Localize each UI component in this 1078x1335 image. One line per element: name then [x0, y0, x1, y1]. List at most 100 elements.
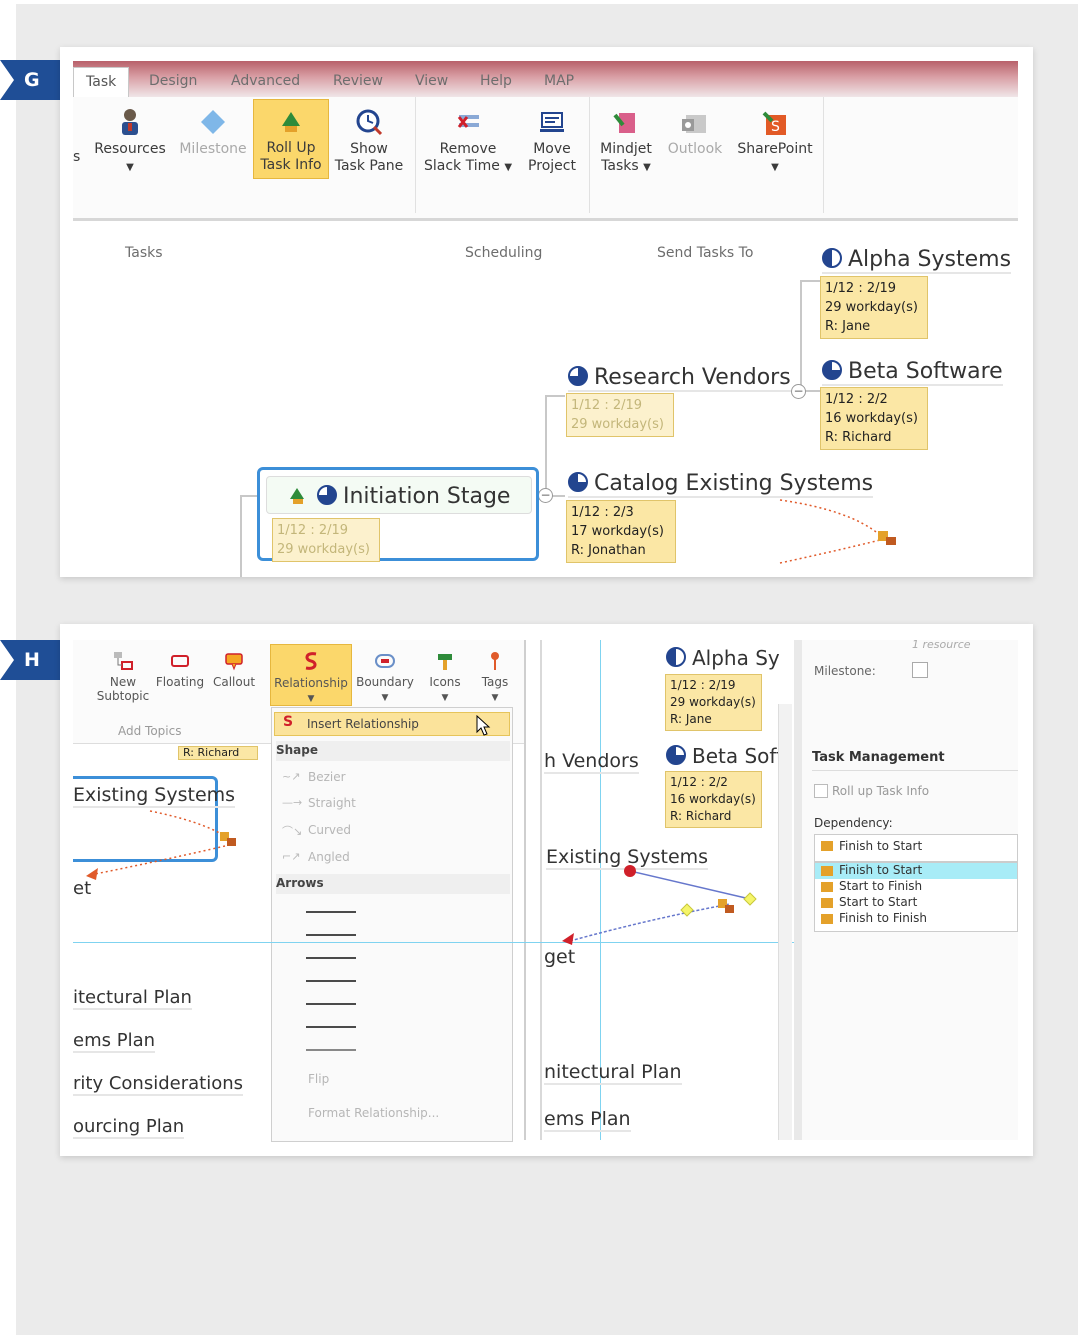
ribbon-separator	[589, 97, 590, 213]
topic-fragment-et[interactable]: et	[73, 878, 91, 899]
arrow-style-dots[interactable]	[306, 1026, 356, 1028]
shape-curved[interactable]: Curved	[308, 823, 351, 837]
mindjet-tasks-button[interactable]: Mindjet Tasks ▼	[595, 107, 657, 176]
move-project-button[interactable]: Move Project	[521, 107, 583, 175]
pane-splitter[interactable]	[794, 640, 802, 1140]
topic-architectural-plan[interactable]: itectural Plan	[73, 987, 192, 1010]
topic-systems-plan[interactable]: ems Plan	[73, 1030, 156, 1053]
finish-to-start-icon	[821, 841, 833, 851]
task-management-section-title: Task Management	[812, 750, 945, 765]
task-info-alpha: 1/12 : 2/19 29 workday(s) R: Jane	[820, 276, 928, 339]
vertical-scrollbar[interactable]	[778, 704, 792, 1140]
arrow-style-both[interactable]	[306, 957, 356, 959]
task-dates: 1/12 : 2/3	[571, 505, 634, 520]
topic-beta-software[interactable]: Beta Soft	[666, 744, 784, 768]
progress-half-icon	[822, 248, 842, 268]
task-workdays: 29 workday(s)	[670, 695, 756, 709]
milestone-diamond-icon	[201, 110, 225, 134]
show-task-pane-button[interactable]: Show Task Pane	[331, 107, 407, 175]
topic-sourcing-plan[interactable]: ourcing Plan	[73, 1116, 185, 1139]
panel-h-screenshot: New Subtopic Floating Callout Relationshi…	[60, 624, 1033, 1156]
sharepoint-button[interactable]: S SharePoint ▼	[733, 107, 817, 176]
topic-research-vendors[interactable]: Research Vendors	[568, 365, 791, 392]
milestone-button[interactable]: Milestone	[177, 107, 249, 158]
arrows-section-header: Arrows	[276, 874, 510, 894]
tab-view[interactable]: View	[415, 73, 448, 89]
topic-architectural-plan[interactable]: nitectural Plan	[544, 1061, 682, 1085]
cut-off-button-label[interactable]: s	[73, 149, 80, 165]
arrow-style-dot-end[interactable]	[306, 934, 356, 936]
connector-line	[240, 495, 242, 577]
topic-beta-software[interactable]: Beta Software	[822, 359, 1003, 386]
progress-three-quarter-icon	[317, 485, 337, 505]
new-subtopic-label-1: New	[109, 675, 137, 689]
tags-pin-icon	[491, 652, 499, 670]
tab-help[interactable]: Help	[480, 73, 512, 89]
arrow-style-dot-start[interactable]	[306, 1003, 356, 1005]
roll-up-icon	[282, 112, 300, 132]
topic-title: Alpha Sy	[692, 646, 780, 670]
ribbon-separator	[415, 97, 416, 213]
arrow-style-both-dot[interactable]	[306, 980, 356, 982]
roll-up-task-info-button[interactable]: Roll Up Task Info	[253, 99, 329, 179]
topic-alpha-systems[interactable]: Alpha Sy	[666, 646, 780, 670]
floating-button[interactable]: Floating	[155, 650, 205, 689]
roll-up-label-2: Task Info	[260, 157, 322, 173]
shape-angled[interactable]: Angled	[308, 850, 350, 864]
shape-bezier[interactable]: Bezier	[308, 770, 346, 784]
topic-initiation-stage-selected[interactable]: Initiation Stage 1/12 : 2/19 29 workday(…	[257, 467, 539, 562]
remove-slack-time-button[interactable]: Remove Slack Time ▼	[423, 107, 513, 176]
connector-line	[800, 280, 822, 282]
topic-catalog-existing-systems[interactable]: Catalog Existing Systems	[568, 471, 874, 498]
flip-item[interactable]: Flip	[308, 1072, 329, 1086]
roll-up-label-1: Roll Up	[266, 140, 316, 156]
topic-existing-systems[interactable]: Existing Systems	[73, 784, 236, 808]
group-scheduling-label: Scheduling	[465, 245, 543, 261]
icons-hammer-icon	[438, 654, 452, 670]
dependency-options-list: Finish to Start Start to Finish Start to…	[814, 862, 1018, 932]
icons-button[interactable]: Icons ▼	[425, 650, 465, 705]
tab-task[interactable]: Task	[73, 67, 130, 99]
tab-map[interactable]: MAP	[544, 73, 574, 89]
view-divider	[524, 640, 526, 1140]
outlook-icon	[682, 115, 706, 133]
tab-design[interactable]: Design	[149, 73, 197, 89]
topic-systems-plan[interactable]: ems Plan	[544, 1108, 631, 1132]
tab-advanced[interactable]: Advanced	[231, 73, 300, 89]
relationship-dropdown-menu: S Insert Relationship Shape ~↗ Bezier —→…	[271, 707, 513, 1142]
topic-security-considerations[interactable]: rity Considerations	[73, 1073, 243, 1096]
outlook-button[interactable]: Outlook	[663, 107, 727, 158]
new-subtopic-button[interactable]: New Subtopic	[93, 650, 153, 703]
connector-line	[800, 280, 802, 395]
task-resource: R: Richard	[825, 430, 892, 445]
topic-alpha-systems[interactable]: Alpha Systems	[822, 247, 1012, 274]
tab-review[interactable]: Review	[333, 73, 383, 89]
insert-relationship-item[interactable]: S Insert Relationship	[274, 712, 510, 736]
arrow-style-end[interactable]	[306, 911, 356, 913]
boundary-button[interactable]: Boundary ▼	[355, 650, 415, 705]
angled-icon: ⌐↗	[282, 850, 301, 863]
dependency-combobox[interactable]: Finish to Start	[814, 834, 1018, 862]
insert-relationship-label: Insert Relationship	[307, 717, 419, 731]
format-relationship-item[interactable]: Format Relationship...	[308, 1106, 439, 1120]
roll-up-task-info-checkbox[interactable]	[814, 784, 828, 798]
milestone-label: Milestone	[179, 141, 247, 157]
shape-straight[interactable]: Straight	[308, 796, 356, 810]
progress-half-icon	[666, 647, 686, 667]
move-project-icon	[540, 112, 564, 132]
topic-fragment-get[interactable]: get	[544, 946, 575, 968]
task-resource: R: Richard	[670, 809, 732, 823]
dependency-icon	[821, 898, 833, 908]
tags-button[interactable]: Tags ▼	[475, 650, 515, 705]
arrow-style-none[interactable]	[306, 1049, 356, 1051]
milestone-checkbox[interactable]	[912, 662, 928, 678]
task-info-alpha: 1/12 : 2/19 29 workday(s) R: Jane	[665, 674, 762, 731]
callout-button[interactable]: Callout	[211, 650, 257, 689]
topic-title: Initiation Stage	[343, 484, 511, 509]
straight-icon: —→	[282, 796, 303, 809]
relationship-button[interactable]: Relationship ▼	[270, 644, 352, 706]
collapse-toggle[interactable]: −	[538, 488, 553, 503]
topic-research-vendors[interactable]: h Vendors	[544, 750, 639, 774]
collapse-toggle[interactable]: −	[791, 384, 806, 399]
resources-button[interactable]: Resources ▼	[93, 107, 167, 176]
